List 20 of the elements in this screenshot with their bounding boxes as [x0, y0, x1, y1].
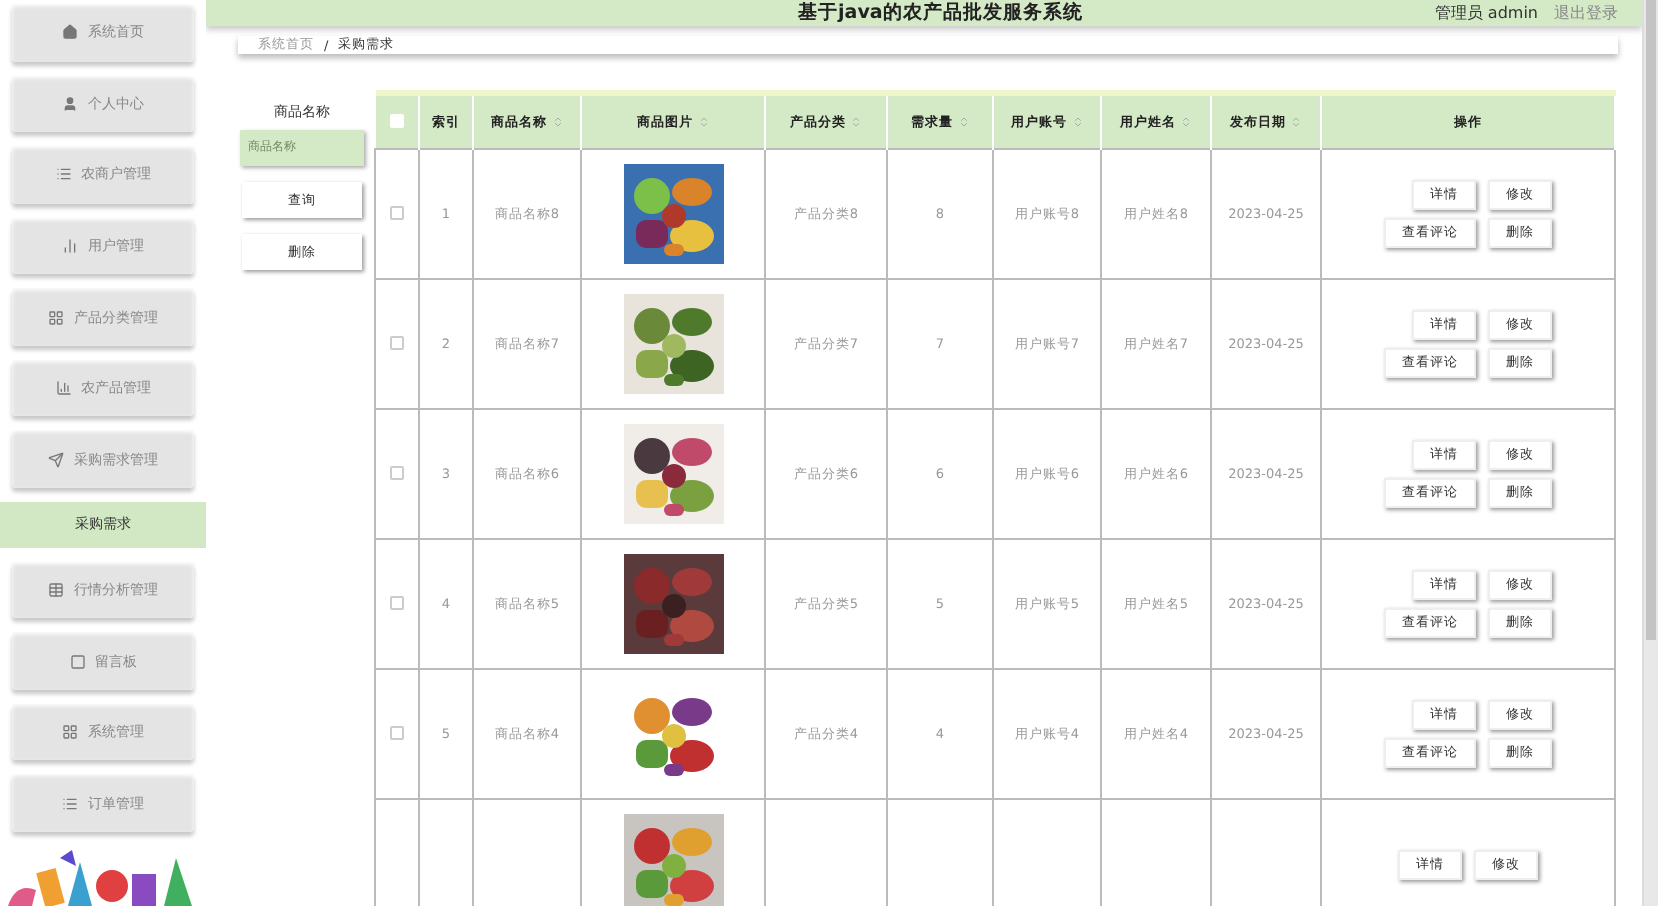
user-label: 管理员 admin [1434, 2, 1538, 24]
row-checkbox[interactable] [390, 595, 404, 609]
home-icon [62, 24, 78, 41]
row-checkbox[interactable] [390, 335, 404, 349]
user-icon [62, 95, 78, 112]
square-icon [69, 653, 85, 670]
grid-icon [48, 309, 64, 326]
list-icon [55, 166, 71, 183]
scrollbar[interactable] [1642, 0, 1658, 906]
list-icon [62, 795, 78, 812]
bar-chart-icon [55, 380, 71, 397]
table-icon [48, 582, 64, 599]
paper-plane-icon [48, 451, 64, 468]
select-all-checkbox[interactable] [389, 113, 404, 127]
row-checkbox[interactable] [390, 465, 404, 479]
grid-icon [62, 724, 78, 741]
row-checkbox[interactable] [390, 725, 404, 739]
bar-chart-icon [62, 237, 78, 254]
window-title: 基于java的农产品批发服务系统 [796, 0, 1085, 26]
row-checkbox[interactable] [390, 205, 404, 219]
